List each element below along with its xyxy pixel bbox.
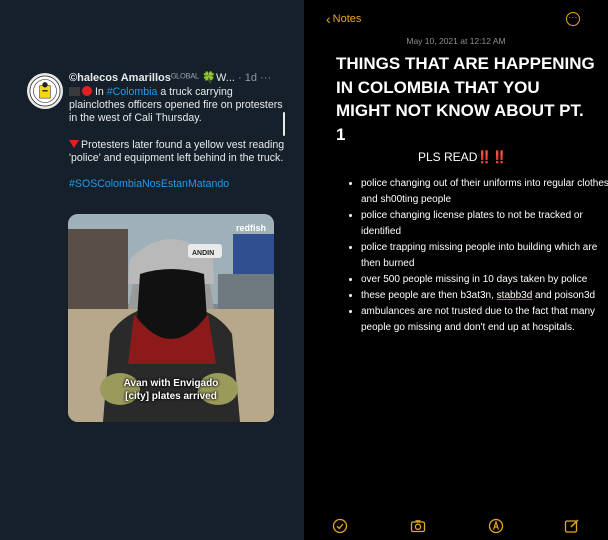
item5-suffix: and poison3d [532, 290, 596, 301]
clover-icon: 🍀 [202, 72, 216, 84]
list-item: ambulances are not trusted due to the fa… [361, 304, 608, 336]
list-item: police trapping missing people into buil… [361, 240, 608, 272]
note-date: May 10, 2021 at 12:12 AM [406, 36, 506, 46]
tweet-paragraph-1: In #Colombia a truck carrying plaincloth… [69, 86, 289, 126]
notes-panel: ‹ Notes ··· May 10, 2021 at 12:12 AM THI… [304, 0, 608, 540]
note-title: THINGS THAT ARE HAPPENING IN COLOMBIA TH… [336, 54, 595, 144]
caption-line-2: [city] plates arrived [125, 391, 217, 402]
hashtag-colombia[interactable]: #Colombia [107, 86, 158, 98]
back-label: Notes [332, 13, 362, 25]
helmet-text: ANDIN [192, 250, 215, 257]
media-caption: Avan with Envigado [city] plates arrived [68, 377, 274, 403]
scroll-indicator[interactable] [283, 112, 285, 136]
chevron-left-icon: ‹ [326, 11, 331, 27]
camera-icon[interactable] [410, 518, 426, 534]
tweet-line1-prefix: In [94, 86, 107, 98]
notes-toolbar [304, 518, 608, 538]
pls-read: PLS READ‼️‼️ [418, 150, 507, 164]
tweet-paragraph-3: #SOSColombiaNosEstanMatando [69, 178, 289, 191]
list-item: police changing out of their uniforms in… [361, 176, 608, 208]
name-ellipsis: W... [216, 72, 235, 84]
tweet-time[interactable]: 1d [245, 72, 257, 84]
red-circle-icon [82, 86, 92, 96]
redfish-watermark: redfish [235, 223, 266, 233]
tweet-header: ©halecos Amarillosᴳᴸᴼᴮᴬᴸ 🍀W... · 1d ··· [69, 71, 271, 84]
avatar-logo [29, 75, 61, 107]
pls-read-text: PLS READ [418, 150, 478, 164]
item5-underlined: stabb3d [496, 290, 533, 301]
back-button[interactable]: ‹ Notes [326, 12, 361, 26]
more-options-icon[interactable]: ··· [566, 12, 580, 26]
checklist-icon[interactable] [332, 518, 348, 534]
tweet-more-icon[interactable]: ··· [260, 72, 271, 84]
hashtag-sos[interactable]: #SOSColombiaNosEstanMatando [69, 178, 229, 190]
caption-line-1: Avan with Envigado [123, 378, 219, 389]
markup-icon[interactable] [488, 518, 504, 534]
black-flag-icon [69, 87, 80, 96]
double-exclamation-icon: ‼️‼️ [477, 150, 508, 164]
tweet-media[interactable]: redfish ANDIN Avan with Envigado [city] … [68, 214, 274, 422]
tweet-body: In #Colombia a truck carrying plaincloth… [69, 86, 289, 191]
avatar[interactable] [27, 73, 63, 109]
list-item: over 500 people missing in 10 days taken… [361, 272, 608, 288]
tweet-panel: ©halecos Amarillosᴳᴸᴼᴮᴬᴸ 🍀W... · 1d ··· … [0, 0, 304, 540]
list-item: these people are then b3at3n, stabb3d an… [361, 288, 608, 304]
note-list: police changing out of their uniforms in… [346, 176, 608, 336]
tweet-line2: Protesters later found a yellow vest rea… [69, 138, 285, 164]
compose-icon[interactable] [564, 518, 580, 534]
red-triangle-icon [69, 139, 79, 148]
separator: · [238, 72, 242, 84]
list-item: police changing license plates to not be… [361, 208, 608, 240]
tweet-paragraph-2: Protesters later found a yellow vest rea… [69, 139, 289, 165]
item5-prefix: these people are then b3at3n, [361, 290, 497, 301]
tweet-display-name[interactable]: ©halecos Amarillos [69, 72, 171, 84]
name-suffix: ᴳᴸᴼᴮᴬᴸ [170, 72, 200, 84]
